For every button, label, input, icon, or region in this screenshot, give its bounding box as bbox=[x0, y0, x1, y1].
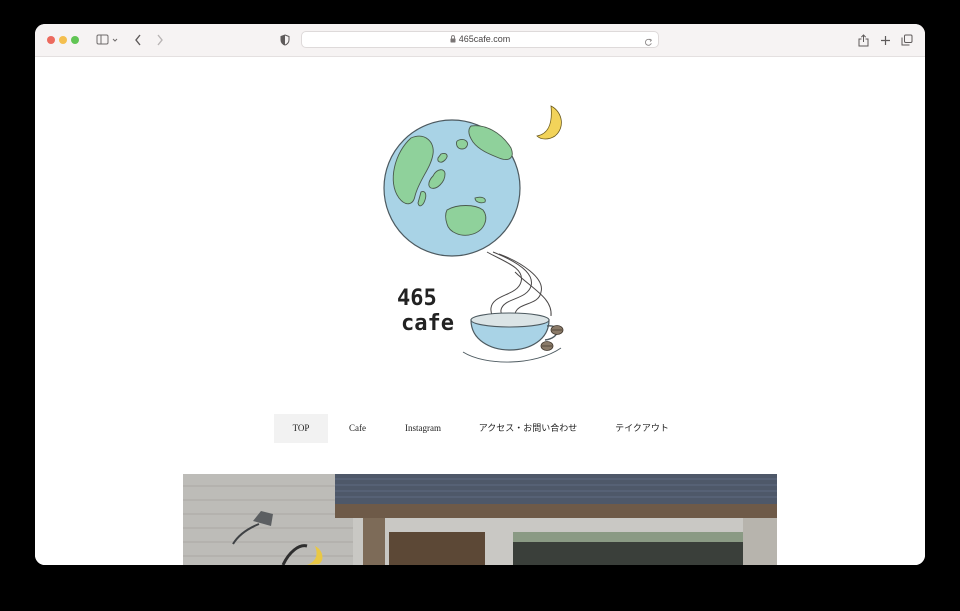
globe-illustration bbox=[383, 119, 521, 257]
main-nav: TOP Cafe Instagram アクセス・お問い合わせ テイクアウト bbox=[274, 414, 687, 443]
back-button[interactable] bbox=[131, 30, 145, 50]
hero-image bbox=[183, 474, 777, 565]
address-bar[interactable]: 465cafe.com bbox=[301, 31, 659, 48]
share-icon bbox=[858, 33, 868, 46]
logo-wordmark: 465 cafe bbox=[397, 286, 454, 336]
nav-item-takeout[interactable]: テイクアウト bbox=[597, 414, 687, 443]
logo-text-465: 465 bbox=[397, 286, 437, 311]
url-display: 465cafe.com bbox=[302, 32, 658, 47]
chevron-left-icon bbox=[135, 34, 141, 46]
zoom-window-button[interactable] bbox=[71, 36, 79, 44]
url-text: 465cafe.com bbox=[458, 34, 511, 44]
coffee-cup-illustration bbox=[462, 312, 562, 363]
tabs-icon bbox=[901, 34, 913, 46]
new-tab-button[interactable] bbox=[877, 30, 893, 50]
close-window-button[interactable] bbox=[47, 36, 55, 44]
moon-illustration bbox=[536, 105, 562, 140]
sidebar-toggle-button[interactable] bbox=[94, 30, 122, 50]
plus-icon bbox=[880, 35, 890, 45]
sidebar-icon bbox=[96, 34, 118, 45]
nav-item-access-contact[interactable]: アクセス・お問い合わせ bbox=[459, 414, 597, 443]
nav-item-cafe[interactable]: Cafe bbox=[328, 414, 387, 443]
site-logo[interactable]: 465 cafe bbox=[375, 102, 575, 377]
reload-icon bbox=[645, 38, 653, 46]
privacy-shield-button[interactable] bbox=[278, 30, 292, 50]
tab-overview-button[interactable] bbox=[899, 30, 915, 50]
share-button[interactable] bbox=[855, 30, 871, 50]
web-page: 465 cafe TOP Cafe Instagram アクセス・お問い合わせ … bbox=[35, 57, 925, 565]
forward-button[interactable] bbox=[153, 30, 167, 50]
lock-icon bbox=[450, 35, 456, 43]
reload-button[interactable] bbox=[644, 34, 653, 52]
nav-item-top[interactable]: TOP bbox=[274, 414, 328, 443]
logo-text-cafe: cafe bbox=[401, 311, 454, 336]
shield-icon bbox=[280, 34, 290, 46]
browser-toolbar: 465cafe.com bbox=[35, 24, 925, 57]
nav-item-instagram[interactable]: Instagram bbox=[387, 414, 459, 443]
chevron-right-icon bbox=[157, 34, 163, 46]
browser-window: 465cafe.com 465 cafe TOP Cafe Instagram … bbox=[35, 24, 925, 565]
minimize-window-button[interactable] bbox=[59, 36, 67, 44]
